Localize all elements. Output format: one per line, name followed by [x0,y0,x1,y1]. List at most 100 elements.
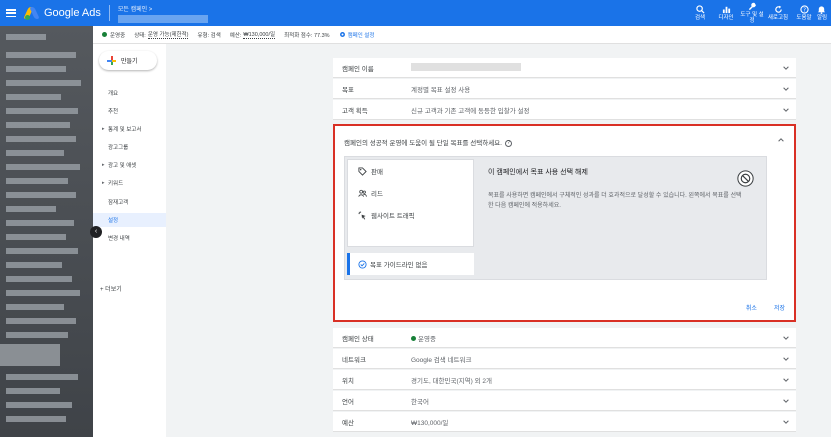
toolbar-search-button[interactable]: 검색 [687,0,713,26]
breadcrumb: 모든 캠페인 > [117,6,153,13]
toolbar-refresh-button[interactable]: 새로고침 [765,0,791,26]
sidebar-item-recommendations[interactable]: 추천 [93,104,166,118]
sidebar-item-overview[interactable]: 개요 [93,86,166,100]
toolbar-help-button[interactable]: ? 도움말 [791,0,817,26]
collapse-panel-button[interactable] [777,136,785,146]
goal-option-leads[interactable]: 리드 [348,182,473,204]
toolbar-tools-button[interactable]: 도구 및 설정 [739,0,765,26]
expand-row-button[interactable] [776,334,796,342]
account-switcher[interactable]: 모든 캠페인 > [117,4,208,23]
campaign-status-value: 운영중 [418,335,436,343]
no-goal-icon [737,170,754,187]
cursor-click-icon [358,210,366,220]
row-label: 예산 [342,419,354,427]
campaign-type: 유형: 검색 [197,32,221,39]
sidebar-item-audiences[interactable]: 잠재고객 [93,195,166,209]
row-label: 언어 [342,398,354,406]
row-label: 네트워크 [342,356,366,364]
campaign-settings-link[interactable]: 캠페인 설정 [339,31,374,39]
settings-row-languages[interactable]: 언어 한국어 [333,391,796,411]
goal-option-label: 판매 [371,169,383,176]
expand-row-button[interactable] [776,85,796,93]
goal-option-sales[interactable]: 판매 [348,160,473,182]
goal-options-list: 판매 리드 웹사이트 트래픽 [347,159,474,247]
wrench-icon [748,2,756,11]
expand-row-button[interactable] [776,397,796,405]
toolbar-notifications-button[interactable]: 알림 [817,0,831,26]
chevron-down-icon [783,335,789,340]
goal-detail-title: 이 캠페인에서 목표 사용 선택 해제 [488,169,588,176]
toolbar-search-label: 검색 [694,15,706,21]
cancel-button[interactable]: 취소 [746,303,757,312]
budget-value[interactable]: ₩130,000/일 [243,30,276,39]
status-prefix: 상태: [134,32,146,39]
app-name: Google Ads [44,7,101,19]
sidebar-item-settings[interactable]: 설정 [93,213,166,227]
help-icon: ? [799,5,809,14]
google-ads-logo[interactable]: Google Ads [23,7,101,20]
row-value [411,62,776,73]
goal-panel-title: 캠페인의 성공적 운영에 도움이 될 단일 목표를 선택하세요. [344,140,502,147]
expand-row-button[interactable] [776,106,796,114]
sidebar-item-reports[interactable]: 통계 및 보고서 [93,122,166,136]
help-icon[interactable]: ? [504,139,512,147]
svg-text:?: ? [803,7,806,13]
goal-selection-panel: 캠페인의 성공적 운영에 도움이 될 단일 목표를 선택하세요.? 판매 리드 … [333,124,796,322]
sidebar-item-keywords[interactable]: 키워드 [93,176,166,190]
toolbar-design-label: 디자인 [718,15,734,21]
chevron-down-icon [783,356,789,361]
optimization-score: 최적화 점수: 77.3% [284,32,330,39]
gear-icon [339,32,345,37]
chevron-up-icon [778,138,784,142]
create-button[interactable]: 만들기 [99,51,157,70]
chevron-down-icon [783,398,789,403]
people-icon [358,189,367,197]
row-label: 캠페인 상태 [342,335,374,343]
toolbar-design-button[interactable]: 디자인 [713,0,739,26]
sidebar-item-ad-groups[interactable]: 광고그룹 [93,140,166,154]
settings-row-budget[interactable]: 예산 ₩130,000/일 [333,412,796,432]
settings-row-network[interactable]: 네트워크 Google 검색 네트워크 [333,349,796,369]
row-label: 캠페인 이름 [342,65,374,73]
save-button[interactable]: 저장 [774,303,785,312]
sidebar-item-change-history[interactable]: 변경 내역 [93,231,166,245]
sidebar-more-button[interactable]: + 더보기 [100,284,122,293]
row-value: 신규 고객과 기존 고객에 동등한 입찰가 설정 [411,107,530,115]
campaign-enabled-status[interactable]: 운영중 [110,31,125,39]
chevron-down-icon [783,107,789,112]
settings-row-locations[interactable]: 위치 경기도, 대한민국(지역) 외 2개 [333,370,796,390]
expand-row-button[interactable] [776,355,796,363]
row-value: 계정별 목표 설정 사용 [411,86,471,94]
settings-row-campaign-name[interactable]: 캠페인 이름 [333,58,796,78]
collapse-nav-button[interactable]: ‹ [90,226,102,238]
top-app-bar: Google Ads 모든 캠페인 > 검색 디자인 도구 및 설정 새로고침 … [0,0,831,26]
campaign-status-bar: 운영중 상태: 운영 가능(제한적) 유형: 검색 예산: ₩130,000/일… [93,26,831,44]
plus-icon [107,56,116,65]
settings-row-goal[interactable]: 목표 계정별 목표 설정 사용 [333,79,796,99]
chevron-down-icon [783,65,789,70]
chevron-down-icon [783,377,789,382]
sidebar-item-ads-assets[interactable]: 광고 및 애셋 [93,158,166,172]
row-value: 운영중 [411,333,776,343]
enabled-status-dot [411,336,416,342]
tag-icon [358,166,367,176]
expand-row-button[interactable] [776,376,796,384]
expand-row-button[interactable] [776,418,796,426]
google-ads-logo-icon [23,7,40,20]
goal-option-website-traffic[interactable]: 웹사이트 트래픽 [348,204,473,226]
settings-row-campaign-status[interactable]: 캠페인 상태 운영중 [333,328,796,348]
goal-option-no-guidance[interactable]: 목표 가이드라인 없음 [347,253,474,275]
bell-icon [817,6,826,14]
settings-row-customer-acquisition[interactable]: 고객 획득 신규 고객과 기존 고객에 동등한 입찰가 설정 [333,100,796,120]
expand-row-button[interactable] [776,64,796,72]
status-value[interactable]: 운영 가능(제한적) [147,30,189,39]
toolbar-divider [108,5,110,21]
goal-panel-header: 캠페인의 성공적 운영에 도움이 될 단일 목표를 선택하세요.? [344,137,512,147]
row-label: 위치 [342,377,354,385]
menu-icon[interactable] [6,9,16,17]
account-name-redacted [117,14,208,23]
account-navigation-redacted [0,26,93,437]
chart-icon [722,6,730,14]
chevron-down-icon [783,419,789,424]
chevron-down-icon [783,86,789,91]
